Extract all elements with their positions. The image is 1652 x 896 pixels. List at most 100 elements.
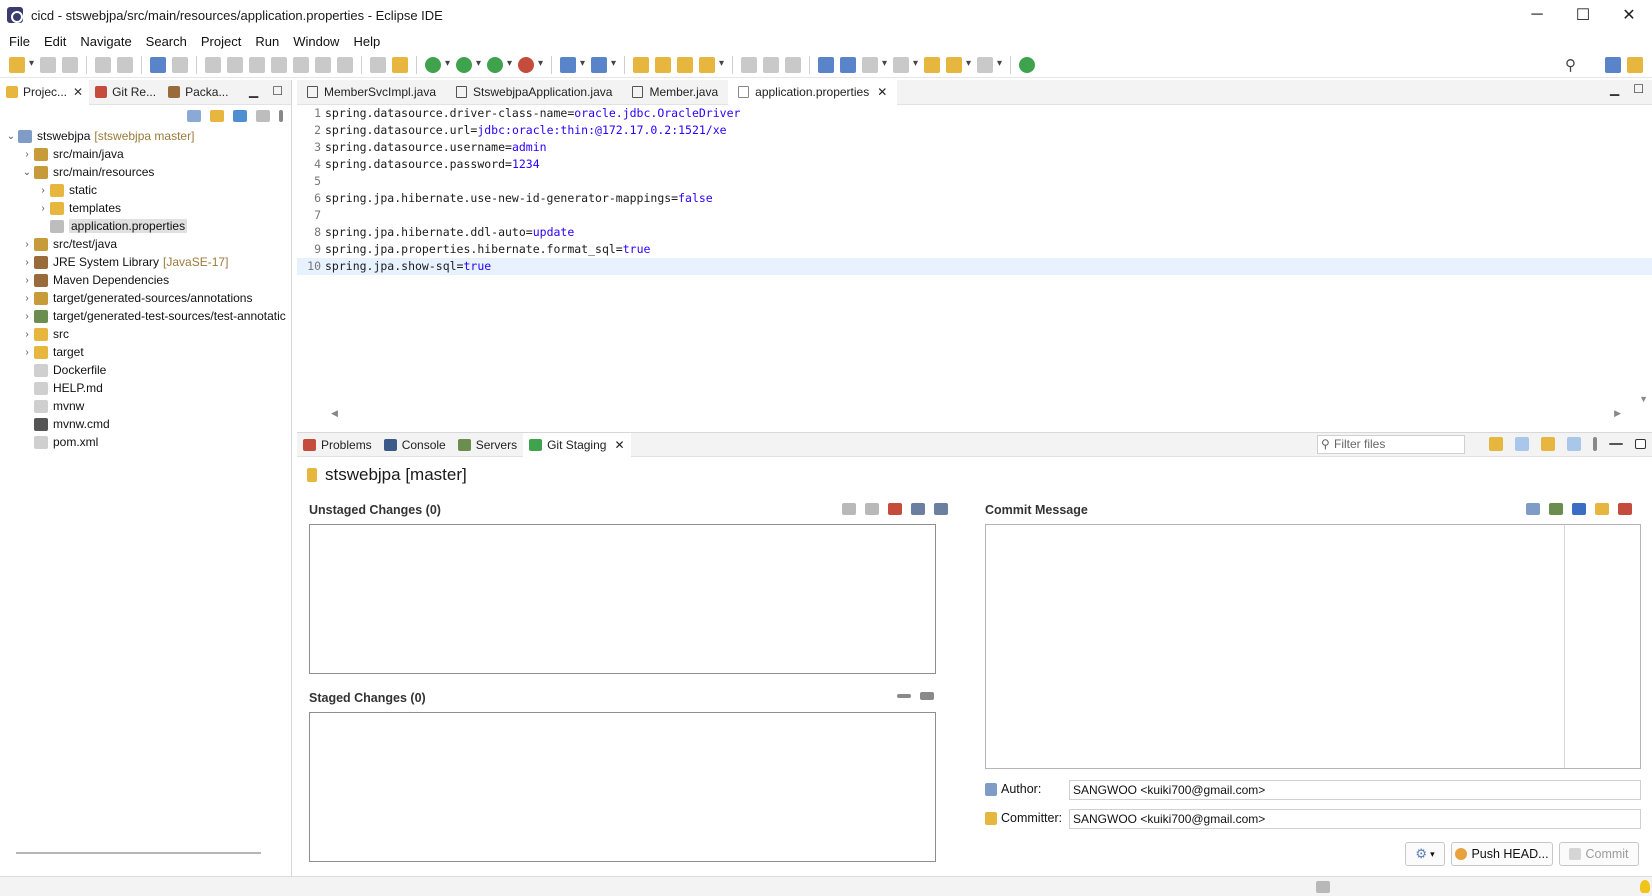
expand-arrow-icon[interactable]: › [20,239,34,250]
pin-editor-icon[interactable] [1019,56,1035,73]
tab-stswebjpaapplication[interactable]: StswebjpaApplication.java [446,80,622,105]
expand-arrow-icon[interactable]: › [20,329,34,340]
show-whitespace-icon[interactable] [785,56,801,73]
horizontal-scrollbar[interactable] [16,852,261,854]
tree-item[interactable]: pom.xml [4,433,291,451]
view-menu-icon[interactable] [1593,437,1597,451]
maximize-icon[interactable] [1635,439,1646,449]
toggle-block-selection-icon[interactable] [763,56,779,73]
tab-git-repositories[interactable]: Git Re... [89,80,162,105]
menu-run[interactable]: Run [248,34,286,49]
background-tasks-icon[interactable] [1316,881,1330,893]
presentation-icon[interactable] [1567,437,1581,451]
tab-console[interactable]: Console [378,433,452,457]
terminate-icon[interactable] [249,56,265,73]
tree-item[interactable]: ⌄ src/main/resources [4,163,291,181]
search-icon[interactable]: ⚲ [1565,56,1576,74]
close-window-button[interactable]: ✕ [1606,0,1652,30]
tree-item[interactable]: › templates [4,199,291,217]
maximize-icon[interactable]: ☐ [1633,82,1644,96]
push-head-button[interactable]: Push HEAD... [1451,842,1553,866]
resume-icon[interactable] [205,56,221,73]
stage-all-icon[interactable] [865,503,879,515]
tree-item[interactable]: ⌄ stswebjpa [stswebjpa master] [4,127,291,145]
close-icon[interactable]: ✕ [73,85,83,99]
menu-help[interactable]: Help [346,34,387,49]
tab-project-explorer[interactable]: Projec... ✕ [0,79,90,105]
expand-arrow-icon[interactable]: › [36,185,50,196]
unstaged-changes-list[interactable] [309,524,936,674]
back-icon[interactable] [946,56,971,73]
link-selection-icon[interactable] [1515,437,1529,451]
menu-project[interactable]: Project [194,34,248,49]
commit-history-icon[interactable] [1618,503,1632,515]
new-class-icon[interactable] [591,56,616,73]
open-perspective-quick-icon[interactable] [840,56,856,73]
tree-item[interactable]: mvnw [4,397,291,415]
expand-arrow-icon[interactable]: › [20,311,34,322]
java-perspective-icon[interactable] [1627,57,1643,73]
tip-lightbulb-icon[interactable] [1640,880,1650,893]
menu-edit[interactable]: Edit [37,34,73,49]
close-icon[interactable]: ✕ [614,438,624,452]
presentation-icon[interactable] [911,503,925,515]
menu-search[interactable]: Search [139,34,194,49]
tab-servers[interactable]: Servers [452,433,523,457]
drop-to-frame-icon[interactable] [370,56,386,73]
remove-icon[interactable] [888,503,902,515]
run-icon[interactable] [456,56,481,73]
tree-item[interactable]: › static [4,181,291,199]
open-type-icon[interactable] [633,56,649,73]
tree-item[interactable]: › target/generated-sources/annotations [4,289,291,307]
tree-item[interactable]: › target [4,343,291,361]
menu-file[interactable]: File [2,34,37,49]
commit-message-input[interactable] [985,524,1641,769]
search-toolbar-icon[interactable] [699,56,724,73]
next-annotation-icon[interactable] [862,56,887,73]
expand-arrow-icon[interactable]: › [36,203,50,214]
amend-icon[interactable] [1526,503,1540,515]
expand-arrow-icon[interactable]: › [20,293,34,304]
repository-icon[interactable] [1541,437,1555,451]
external-tools-icon[interactable] [518,56,543,73]
toggle-mark-occurrences-icon[interactable] [741,56,757,73]
filter-files-input[interactable]: Filter files [1317,435,1465,454]
undo-icon[interactable] [95,56,111,73]
signed-off-icon[interactable] [1549,503,1563,515]
terminal-icon[interactable] [150,56,166,73]
last-edit-location-icon[interactable] [924,56,940,73]
forward-icon[interactable] [977,56,1002,73]
horizontal-scrollbar[interactable] [331,408,1621,422]
minimize-button[interactable]: ─ [1514,0,1560,30]
minimize-icon[interactable] [1609,443,1623,445]
suspend-icon[interactable] [227,56,243,73]
tree-item[interactable]: › src/main/java [4,145,291,163]
web-browser-icon[interactable] [818,56,834,73]
step-into-icon[interactable] [293,56,309,73]
sort-icon[interactable] [934,503,948,515]
tab-git-staging[interactable]: Git Staging ✕ [523,432,631,457]
code-editor[interactable]: 1 spring.datasource.driver-class-name= ora… [297,105,1652,275]
new-java-project-icon[interactable] [560,56,585,73]
view-menu-icon[interactable] [279,110,283,122]
tree-item[interactable]: mvnw.cmd [4,415,291,433]
staged-changes-list[interactable] [309,712,936,862]
vertical-scroll-arrow[interactable]: ▼ [1639,394,1648,404]
tree-item[interactable]: Dockerfile [4,361,291,379]
commit-button[interactable]: Commit [1559,842,1639,866]
tab-package-explorer[interactable]: Packa... [162,80,234,105]
step-over-icon[interactable] [315,56,331,73]
tree-item[interactable]: › target/generated-test-sources/test-anno… [4,307,291,325]
tree-item[interactable]: HELP.md [4,379,291,397]
tree-item[interactable]: › src [4,325,291,343]
expand-arrow-icon[interactable]: › [20,275,34,286]
expand-arrow-icon[interactable]: › [20,347,34,358]
open-task-icon[interactable] [655,56,671,73]
tab-problems[interactable]: Problems [297,433,378,457]
minimize-icon[interactable]: ▁ [1610,82,1619,96]
expand-arrow-icon[interactable]: › [20,257,34,268]
menu-navigate[interactable]: Navigate [73,34,138,49]
close-icon[interactable]: ✕ [877,85,887,99]
stage-selected-icon[interactable] [842,503,856,515]
commit-options-button[interactable]: ⚙ ▾ [1405,842,1445,866]
